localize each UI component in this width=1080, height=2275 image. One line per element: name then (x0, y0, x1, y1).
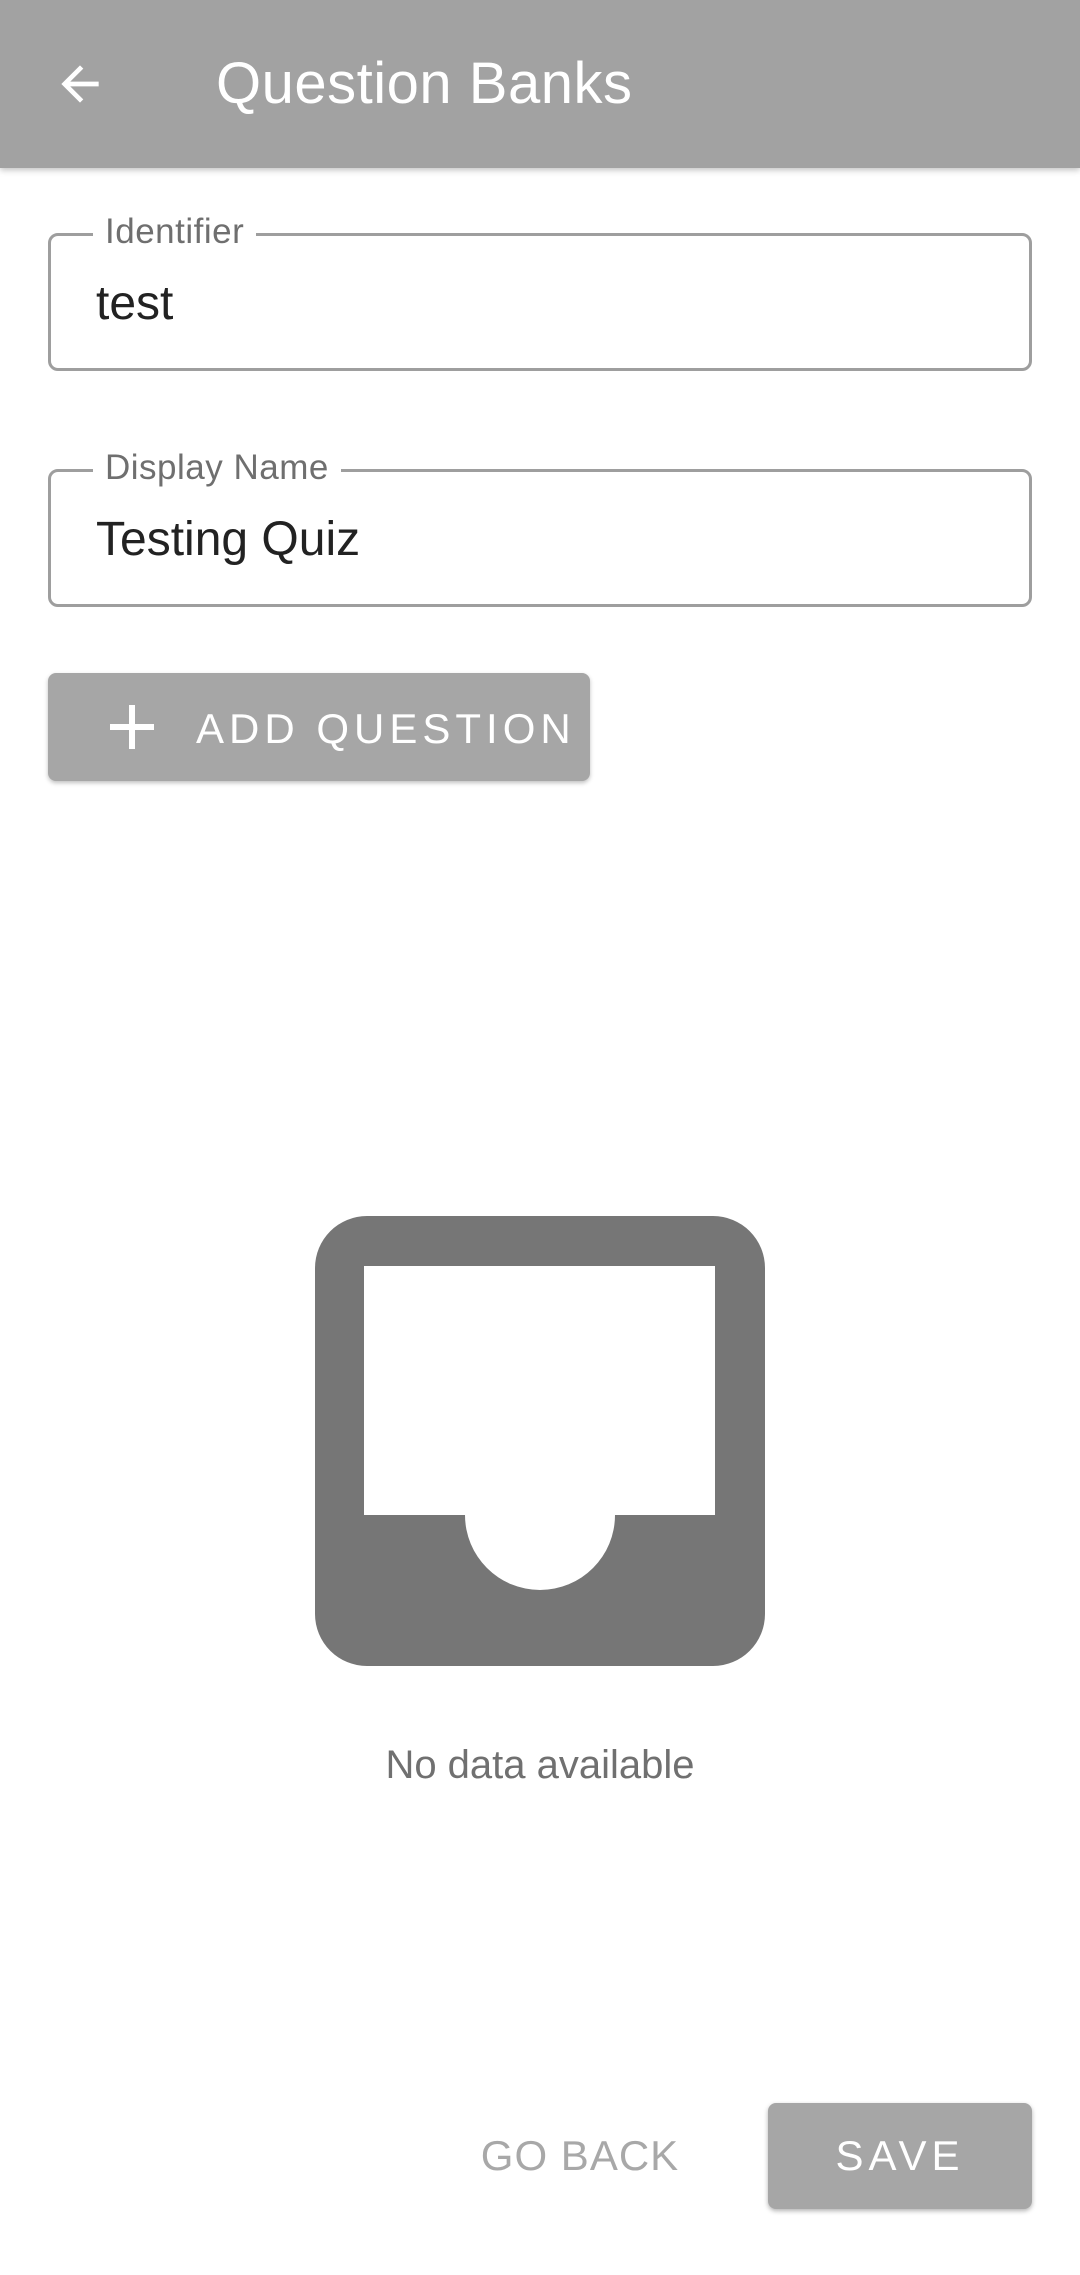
page-title: Question Banks (216, 51, 633, 116)
save-button[interactable]: SAVE (768, 2103, 1032, 2209)
identifier-field[interactable]: Identifier test (48, 212, 1032, 371)
display-name-field[interactable]: Display Name Testing Quiz (48, 448, 1032, 607)
add-question-button[interactable]: ADD QUESTION (48, 673, 590, 781)
identifier-label: Identifier (93, 212, 257, 252)
display-name-label: Display Name (93, 448, 341, 488)
identifier-input[interactable]: test (96, 276, 173, 331)
back-button[interactable] (40, 44, 120, 124)
app-bar: Question Banks (0, 0, 1080, 168)
go-back-button[interactable]: GO BACK (460, 2103, 700, 2209)
plus-icon (110, 705, 154, 749)
display-name-input[interactable]: Testing Quiz (96, 512, 360, 567)
inbox-icon (315, 1216, 765, 1666)
arrow-left-icon (61, 65, 99, 103)
empty-state-text: No data available (385, 1743, 695, 1787)
add-question-label: ADD QUESTION (196, 705, 576, 752)
